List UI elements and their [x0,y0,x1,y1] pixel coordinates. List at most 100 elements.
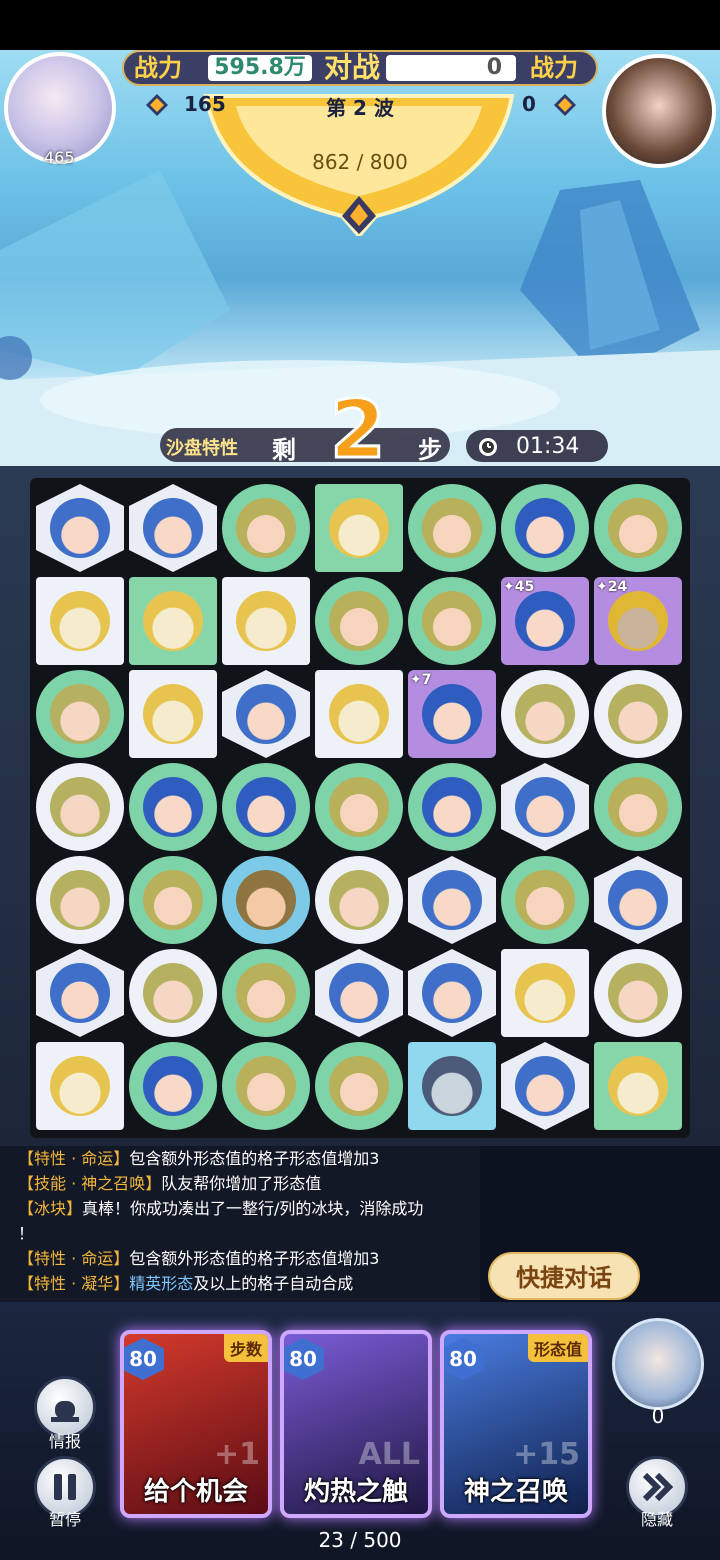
pudding-creature-icon [236,591,296,651]
pudding-creature-icon [515,963,575,1023]
board-cell[interactable] [129,577,217,665]
ally-avatar[interactable] [612,1318,704,1410]
board-cell[interactable] [222,577,310,665]
steps-remain-label: 剩 [272,436,296,464]
steps-count: 2 [329,383,388,476]
board-cell[interactable] [222,763,310,851]
card-effect: +15 [513,1437,580,1472]
board-cell[interactable]: ✦45 [501,577,589,665]
board-cell[interactable] [36,856,124,944]
board-cell[interactable] [36,1042,124,1130]
orc-creature-icon [329,1056,389,1116]
board-cell[interactable] [594,484,682,572]
orc-creature-icon [608,777,668,837]
card-cost: 80 [124,1338,164,1380]
my-power-label: 战力 [134,54,182,82]
board-cell[interactable] [315,670,403,758]
siren-icon [51,1401,79,1422]
board-cell[interactable] [408,763,496,851]
board-cell[interactable] [408,856,496,944]
board-cell[interactable] [408,577,496,665]
form-value-badge: ✦45 [503,579,535,595]
board-cell[interactable] [315,949,403,1037]
elf-creature-icon [143,963,203,1023]
board-cell[interactable] [501,763,589,851]
orc-creature-icon [236,1056,296,1116]
board-cell[interactable] [36,763,124,851]
elf-creature-icon [50,777,110,837]
sandplate-trait-button[interactable]: 沙盘特性 [166,434,238,460]
card-tag: 步数 [223,1334,268,1362]
board-cell[interactable] [129,763,217,851]
blue-creature-icon [236,684,296,744]
board-cell[interactable] [36,577,124,665]
pause-label: 暂停 [48,1510,81,1529]
board-cell[interactable] [222,670,310,758]
board-cell[interactable] [594,1042,682,1130]
enemy-avatar[interactable] [602,54,716,168]
board-cell[interactable] [129,1042,217,1130]
board-cell[interactable] [36,670,124,758]
board-cell[interactable] [408,484,496,572]
board-cell[interactable] [408,1042,496,1130]
log-line: 【特性 · 命运】包含额外形态值的格子形态值增加3 [18,1249,380,1268]
pudding-creature-icon [143,684,203,744]
progress-text: 23 / 500 [318,1528,402,1552]
board-cell[interactable] [594,856,682,944]
pudding-creature-icon [329,498,389,558]
board-cell[interactable] [129,949,217,1037]
board-cell[interactable] [222,484,310,572]
board-cell[interactable] [501,484,589,572]
form-value-badge: ✦24 [596,579,628,595]
board-cell[interactable] [129,856,217,944]
elf-creature-icon [50,684,110,744]
card-name: 神之召唤 [463,1477,568,1507]
board-cell[interactable] [501,1042,589,1130]
board-cell[interactable] [501,856,589,944]
skill-card-scorching-touch[interactable]: 80 ALL 灼热之触 [280,1330,432,1518]
log-line: 【特性 · 凝华】精英形态及以上的格子自动合成 [18,1274,354,1293]
status-bar [0,0,720,50]
wave-hp: 862 / 800 [312,150,408,174]
board-cell[interactable]: ✦7 [408,670,496,758]
pudding-creature-icon [143,591,203,651]
goggle-creature-icon [515,591,575,651]
orc-creature-icon [329,591,389,651]
goggle-creature-icon [236,777,296,837]
board-cell[interactable]: ✦24 [594,577,682,665]
board-cell[interactable] [129,670,217,758]
ally-count: 0 [651,1404,665,1428]
log-line: 【冰块】真棒！你成功凑出了一整行/列的冰块，消除成功 [18,1199,424,1218]
hide-label: 隐藏 [640,1510,673,1529]
board-cell[interactable] [594,949,682,1037]
board-cell[interactable] [315,763,403,851]
board-cell[interactable] [36,949,124,1037]
board-cell[interactable] [315,856,403,944]
bear-creature-icon [236,870,296,930]
board-cell[interactable] [129,484,217,572]
card-effect: ALL [358,1437,420,1472]
blue-creature-icon [515,1056,575,1116]
board-cell[interactable] [222,856,310,944]
board-cell[interactable] [594,763,682,851]
goggle-creature-icon [422,684,482,744]
shark-creature-icon [422,1056,482,1116]
log-line: ！ [18,1224,35,1243]
orc-creature-icon [422,498,482,558]
board-cell[interactable] [222,949,310,1037]
skill-card-give-chance[interactable]: 80 步数 +1 给个机会 [120,1330,272,1518]
pudding-creature-icon [608,1056,668,1116]
board-cell[interactable] [501,670,589,758]
board-cell[interactable] [315,1042,403,1130]
board-cell[interactable] [594,670,682,758]
board-cell[interactable] [315,484,403,572]
orc-creature-icon [515,870,575,930]
board-cell[interactable] [315,577,403,665]
board-cell[interactable] [501,949,589,1037]
board-cell[interactable] [36,484,124,572]
enemy-star-count: 0 [522,92,536,116]
quick-chat-button[interactable]: 快捷对话 [488,1252,640,1300]
board-cell[interactable] [222,1042,310,1130]
board-cell[interactable] [408,949,496,1037]
skill-card-divine-summon[interactable]: 80 形态值 +15 神之召唤 [440,1330,592,1518]
